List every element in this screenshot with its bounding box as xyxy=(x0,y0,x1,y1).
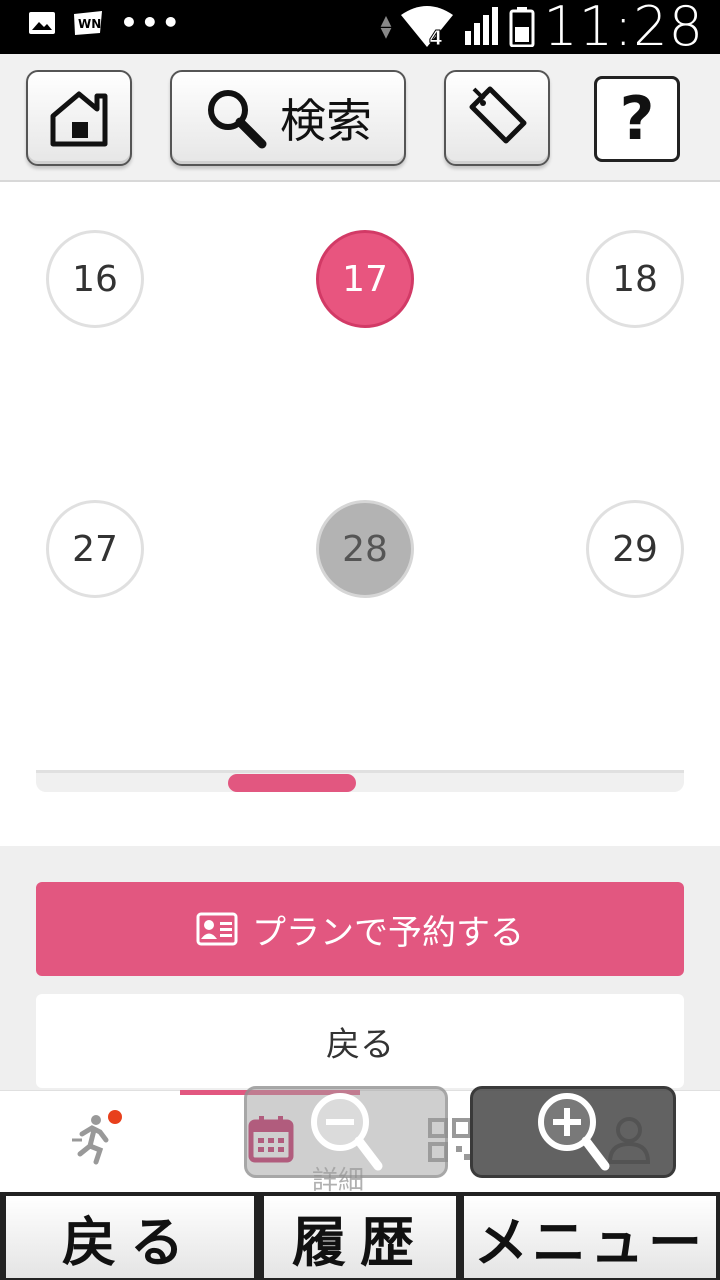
status-bar: WN ••• ▲ ▼ 4 11:28 xyxy=(0,0,720,54)
image-notification-icon xyxy=(29,12,55,34)
tag-icon xyxy=(469,86,527,144)
zoom-out-icon xyxy=(311,1093,383,1171)
more-notifications-icon: ••• xyxy=(120,6,183,39)
svg-text:WN: WN xyxy=(78,17,101,31)
network-type-label: 4 xyxy=(429,26,443,49)
help-icon: ? xyxy=(619,84,655,154)
home-button[interactable] xyxy=(26,70,132,166)
id-card-icon xyxy=(196,912,238,946)
wifi-icon: 4 xyxy=(401,6,454,49)
calendar-day[interactable]: 16 xyxy=(46,230,144,328)
reserve-plan-label: プランで予約する xyxy=(252,912,524,953)
app-notification-icon: WN xyxy=(74,11,102,35)
clock: 11:28 xyxy=(543,0,704,58)
tab-activity-icon[interactable] xyxy=(70,1110,126,1166)
help-button[interactable]: ? xyxy=(594,76,680,162)
calendar-day[interactable]: 29 xyxy=(586,500,684,598)
bottom-navigation: 戻る 履歴 メニュー xyxy=(0,1192,720,1280)
search-button-label: 検索 xyxy=(280,94,372,148)
bookmark-tag-button[interactable] xyxy=(444,70,550,166)
calendar-day-disabled: 28 xyxy=(316,500,414,598)
zoom-out-button[interactable] xyxy=(244,1086,448,1178)
home-icon xyxy=(50,91,108,147)
battery-icon xyxy=(509,7,535,47)
calendar-day[interactable]: 18 xyxy=(586,230,684,328)
calendar-day-selected[interactable]: 17 xyxy=(316,230,414,328)
calendar-day[interactable]: 27 xyxy=(46,500,144,598)
reserve-plan-button[interactable]: プランで予約する xyxy=(36,882,684,976)
notification-dot xyxy=(108,1110,122,1124)
zoom-in-icon xyxy=(538,1093,610,1171)
horizontal-scrollbar-track[interactable] xyxy=(36,770,684,792)
back-button-label: 戻る xyxy=(326,1024,394,1065)
zoom-in-button[interactable] xyxy=(470,1086,676,1178)
back-button[interactable]: 戻る xyxy=(36,994,684,1088)
signal-strength-icon xyxy=(465,7,499,45)
top-toolbar: 検索 ? xyxy=(0,54,720,182)
data-activity-icon: ▲ ▼ xyxy=(380,13,392,41)
nav-history-button[interactable]: 履歴 xyxy=(264,1196,456,1278)
horizontal-scrollbar-thumb[interactable] xyxy=(228,774,356,792)
nav-menu-button[interactable]: メニュー xyxy=(464,1196,716,1278)
search-button[interactable]: 検索 xyxy=(170,70,406,166)
nav-back-button[interactable]: 戻る xyxy=(6,1196,254,1278)
search-icon xyxy=(208,90,267,149)
